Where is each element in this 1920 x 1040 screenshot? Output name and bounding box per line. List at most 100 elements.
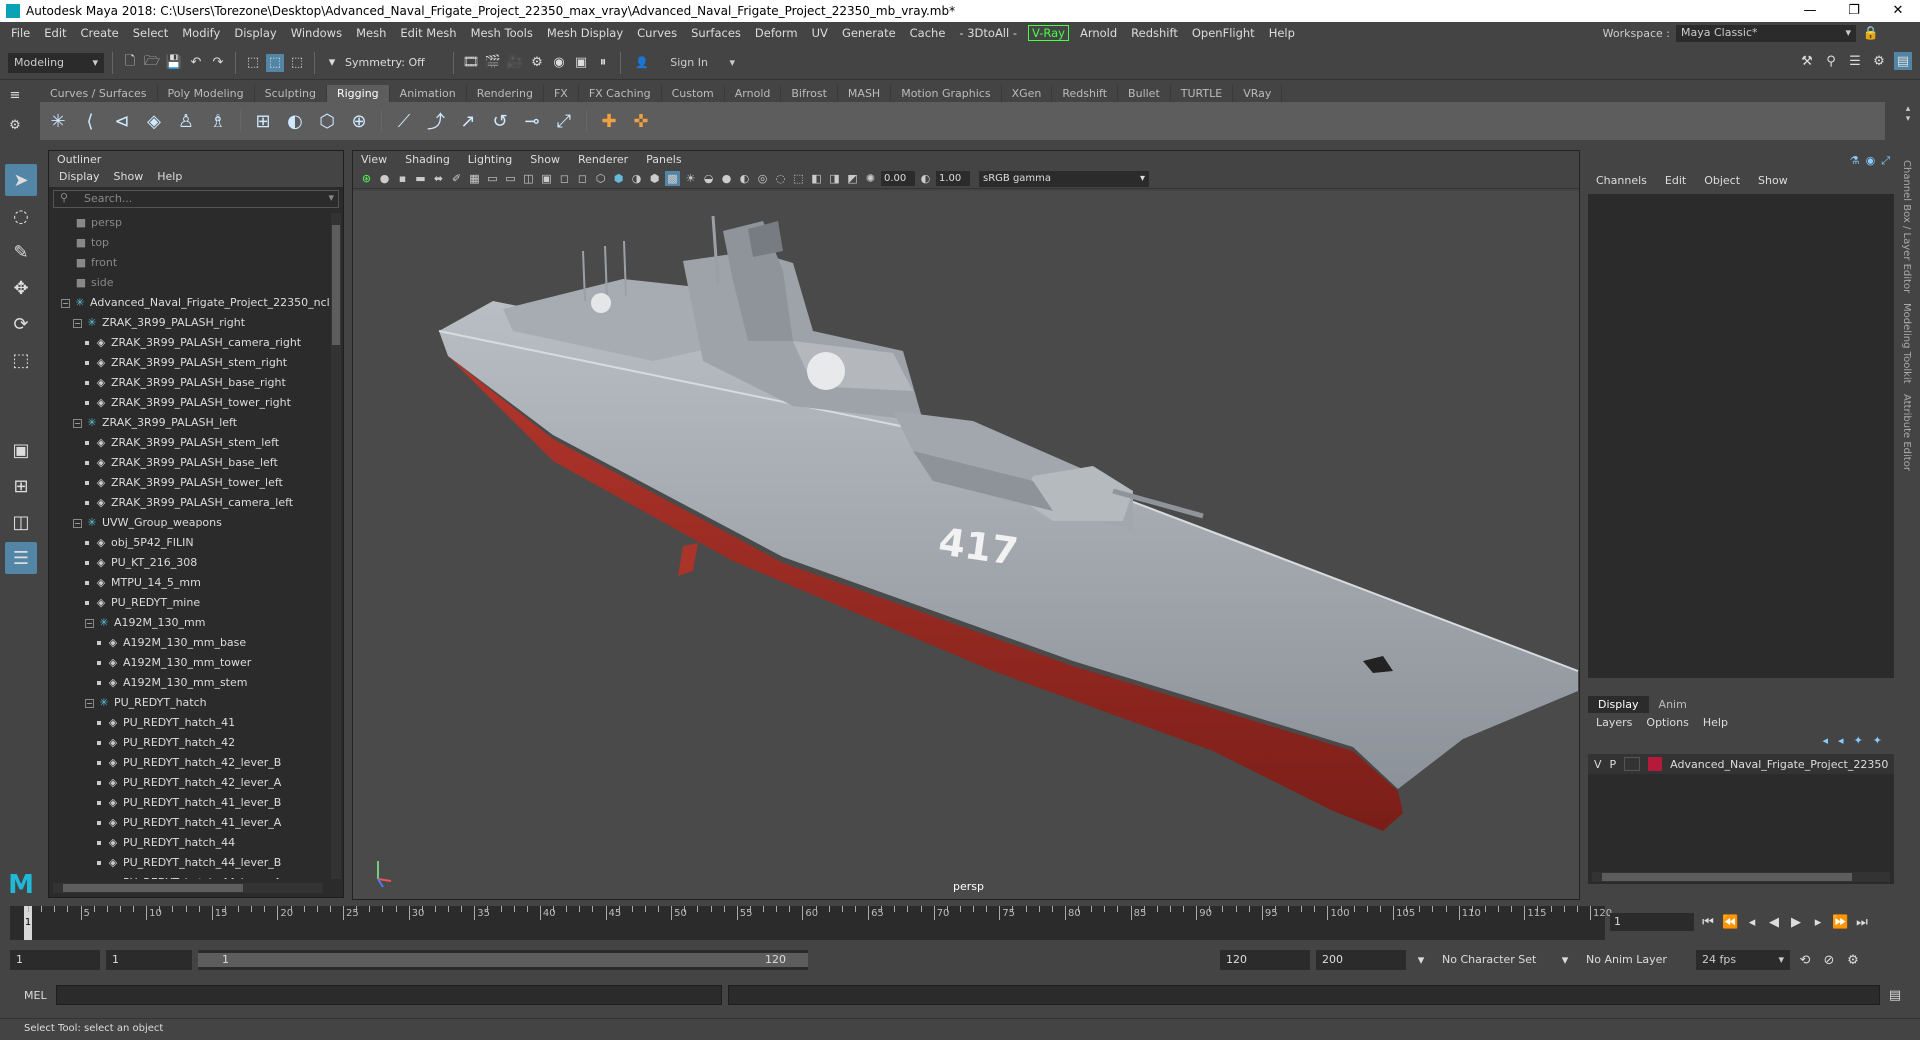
menu-mesh[interactable]: Mesh <box>349 26 393 40</box>
scrollbar-thumb[interactable] <box>332 225 340 345</box>
tool-settings-icon[interactable]: ⚙ <box>1870 52 1888 70</box>
menu-edit-mesh[interactable]: Edit Mesh <box>393 26 463 40</box>
expand-collapse-icon[interactable]: − <box>73 519 82 528</box>
viewport-scene[interactable]: 417 persp <box>353 191 1579 899</box>
exposure-field[interactable]: 0.00 <box>881 171 915 186</box>
outliner-row[interactable]: − ✳ Advanced_Naval_Frigate_Project_22350_n… <box>49 293 331 313</box>
outliner-row[interactable]: ◈ PU_REDYT_hatch_44 <box>49 833 331 853</box>
outliner-row[interactable]: ■ front <box>49 253 331 273</box>
step-back-frame-icon[interactable]: ◂ <box>1744 915 1760 930</box>
bookmarks-icon[interactable]: ▪ <box>395 171 410 186</box>
character-set-dropdown[interactable]: No Character Set <box>1436 950 1550 970</box>
layer-display-type[interactable] <box>1624 757 1641 771</box>
gate-mask-icon[interactable]: ◫ <box>521 171 536 186</box>
menu-cache[interactable]: Cache <box>903 26 953 40</box>
scrollbar-thumb[interactable] <box>63 884 243 892</box>
anti-aliasing-icon[interactable]: ◎ <box>755 171 770 186</box>
shadows-icon[interactable]: ◒ <box>701 171 716 186</box>
play-backwards-icon[interactable]: ◀ <box>1766 915 1782 930</box>
outliner-row[interactable]: ◈ PU_REDYT_hatch_42_lever_A <box>49 773 331 793</box>
lasso-tool-icon[interactable]: ◌ <box>5 200 37 232</box>
expand-collapse-icon[interactable]: − <box>61 299 70 308</box>
paint-select-icon[interactable]: ✎ <box>5 236 37 268</box>
shelf-tab-bullet[interactable]: Bullet <box>1118 85 1171 102</box>
menu-vray[interactable]: V-Ray <box>1028 25 1069 41</box>
outliner-row[interactable]: ◈ PU_REDYT_hatch_42_lever_B <box>49 753 331 773</box>
outliner-row[interactable]: ◈ PU_REDYT_hatch_41_lever_B <box>49 793 331 813</box>
step-forward-frame-icon[interactable]: ▸ <box>1810 915 1826 930</box>
vray-render-icon[interactable]: ▣ <box>572 54 590 72</box>
mel-label[interactable]: MEL <box>10 989 50 1002</box>
move-tool-icon[interactable]: ✥ <box>5 272 37 304</box>
outliner-row[interactable]: ◈ A192M_130_mm_base <box>49 633 331 653</box>
layer-color-swatch[interactable] <box>1648 757 1663 771</box>
attribute-editor-icon[interactable]: ☰ <box>1846 52 1864 70</box>
resolution-gate-icon[interactable]: ▭ <box>503 171 518 186</box>
outliner-row[interactable]: ■ persp <box>49 213 331 233</box>
isolate-select-icon[interactable]: ⬚ <box>791 171 806 186</box>
playback-end-field[interactable]: 120 <box>1220 950 1310 970</box>
shelf-scroll[interactable]: ▴ ▾ <box>1900 104 1916 138</box>
tab-display[interactable]: Display <box>1588 696 1649 713</box>
move-layer-down-icon[interactable]: ◂ <box>1838 734 1844 747</box>
menu-redshift[interactable]: Redshift <box>1124 26 1185 40</box>
outliner-layout-icon[interactable]: ☰ <box>5 542 37 574</box>
animation-end-field[interactable]: 200 <box>1316 950 1406 970</box>
outliner-menu-show[interactable]: Show <box>114 170 144 186</box>
layer-playback-toggle[interactable]: P <box>1610 758 1617 771</box>
viewport-menu-show[interactable]: Show <box>530 153 560 167</box>
orient-constraint-icon[interactable]: ↺ <box>486 107 514 135</box>
screen-space-ao-icon[interactable]: ● <box>719 171 734 186</box>
gamma-icon[interactable]: ◐ <box>918 171 933 186</box>
maximize-button[interactable]: ❐ <box>1832 0 1876 22</box>
chevron-down-icon[interactable]: ▾ <box>1556 951 1574 969</box>
shelf-tab-fx-caching[interactable]: FX Caching <box>579 85 662 102</box>
two-pane-layout-icon[interactable]: ◫ <box>5 506 37 538</box>
modeling-toolkit-icon[interactable]: ⚒ <box>1798 52 1816 70</box>
render-frame-icon[interactable]: 🎬 <box>484 54 502 72</box>
outliner-row[interactable]: ◈ obj_5P42_FILIN <box>49 533 331 553</box>
menu-create[interactable]: Create <box>74 26 126 40</box>
menu-uv[interactable]: UV <box>805 26 835 40</box>
mel-input[interactable] <box>56 985 722 1005</box>
layer-row[interactable]: V P Advanced_Naval_Frigate_Project_22350 <box>1588 754 1894 774</box>
viewport-menu-panels[interactable]: Panels <box>646 153 681 167</box>
outliner-row[interactable]: ■ top <box>49 233 331 253</box>
ik-handle-icon[interactable]: ⟋ <box>390 107 418 135</box>
paint-weights-icon[interactable]: ◐ <box>281 107 309 135</box>
outliner-row[interactable]: ◈ A192M_130_mm_stem <box>49 673 331 693</box>
character-controls-icon[interactable]: ⚲ <box>1822 52 1840 70</box>
redo-icon[interactable]: ↷ <box>209 54 227 72</box>
outliner-row[interactable]: ◈ ZRAK_3R99_PALASH_stem_left <box>49 433 331 453</box>
shelf-tab-animation[interactable]: Animation <box>390 85 467 102</box>
range-slider-bar-fill[interactable] <box>198 953 808 967</box>
outliner-menu-help[interactable]: Help <box>157 170 182 186</box>
outliner-row[interactable]: ◈ PU_REDYT_hatch_44_lever_A <box>49 873 331 879</box>
outliner-row[interactable]: ◈ PU_REDYT_hatch_44_lever_B <box>49 853 331 873</box>
new-scene-icon[interactable]: 🗋 <box>121 54 139 72</box>
range-slider[interactable]: 1 120 <box>198 950 808 970</box>
outliner-vertical-scrollbar[interactable] <box>331 213 341 879</box>
shelf-tab-rendering[interactable]: Rendering <box>467 85 544 102</box>
viewport-menu-shading[interactable]: Shading <box>405 153 450 167</box>
close-button[interactable]: ✕ <box>1876 0 1920 22</box>
outliner-row[interactable]: ◈ ZRAK_3R99_PALASH_tower_left <box>49 473 331 493</box>
four-pane-layout-icon[interactable]: ⊞ <box>5 470 37 502</box>
workspace-dropdown[interactable]: Maya Classic* ▾ <box>1676 24 1856 42</box>
layer-scrollbar[interactable] <box>1592 872 1890 882</box>
channel-menu-channels[interactable]: Channels <box>1596 174 1647 192</box>
cluster-icon[interactable]: ⊕ <box>345 107 373 135</box>
anim-layer-dropdown[interactable]: No Anim Layer <box>1580 950 1690 970</box>
menu-display[interactable]: Display <box>227 26 283 40</box>
outliner-row[interactable]: − ✳ ZRAK_3R99_PALASH_left <box>49 413 331 433</box>
move-layer-up-icon[interactable]: ◂ <box>1823 734 1829 747</box>
save-scene-icon[interactable]: 💾 <box>165 54 183 72</box>
manipulator-icon[interactable]: ⚗ <box>1850 154 1860 168</box>
select-camera-icon[interactable]: ⊛ <box>359 171 374 186</box>
layer-menu-layers[interactable]: Layers <box>1596 716 1632 729</box>
wireframe-icon[interactable]: ⬡ <box>593 171 608 186</box>
outliner-horizontal-scrollbar[interactable] <box>53 883 323 893</box>
outliner-search-input[interactable]: ⚲ Search... ▾ <box>53 190 339 208</box>
expand-collapse-icon[interactable]: − <box>73 419 82 428</box>
outliner-menu-display[interactable]: Display <box>59 170 100 186</box>
